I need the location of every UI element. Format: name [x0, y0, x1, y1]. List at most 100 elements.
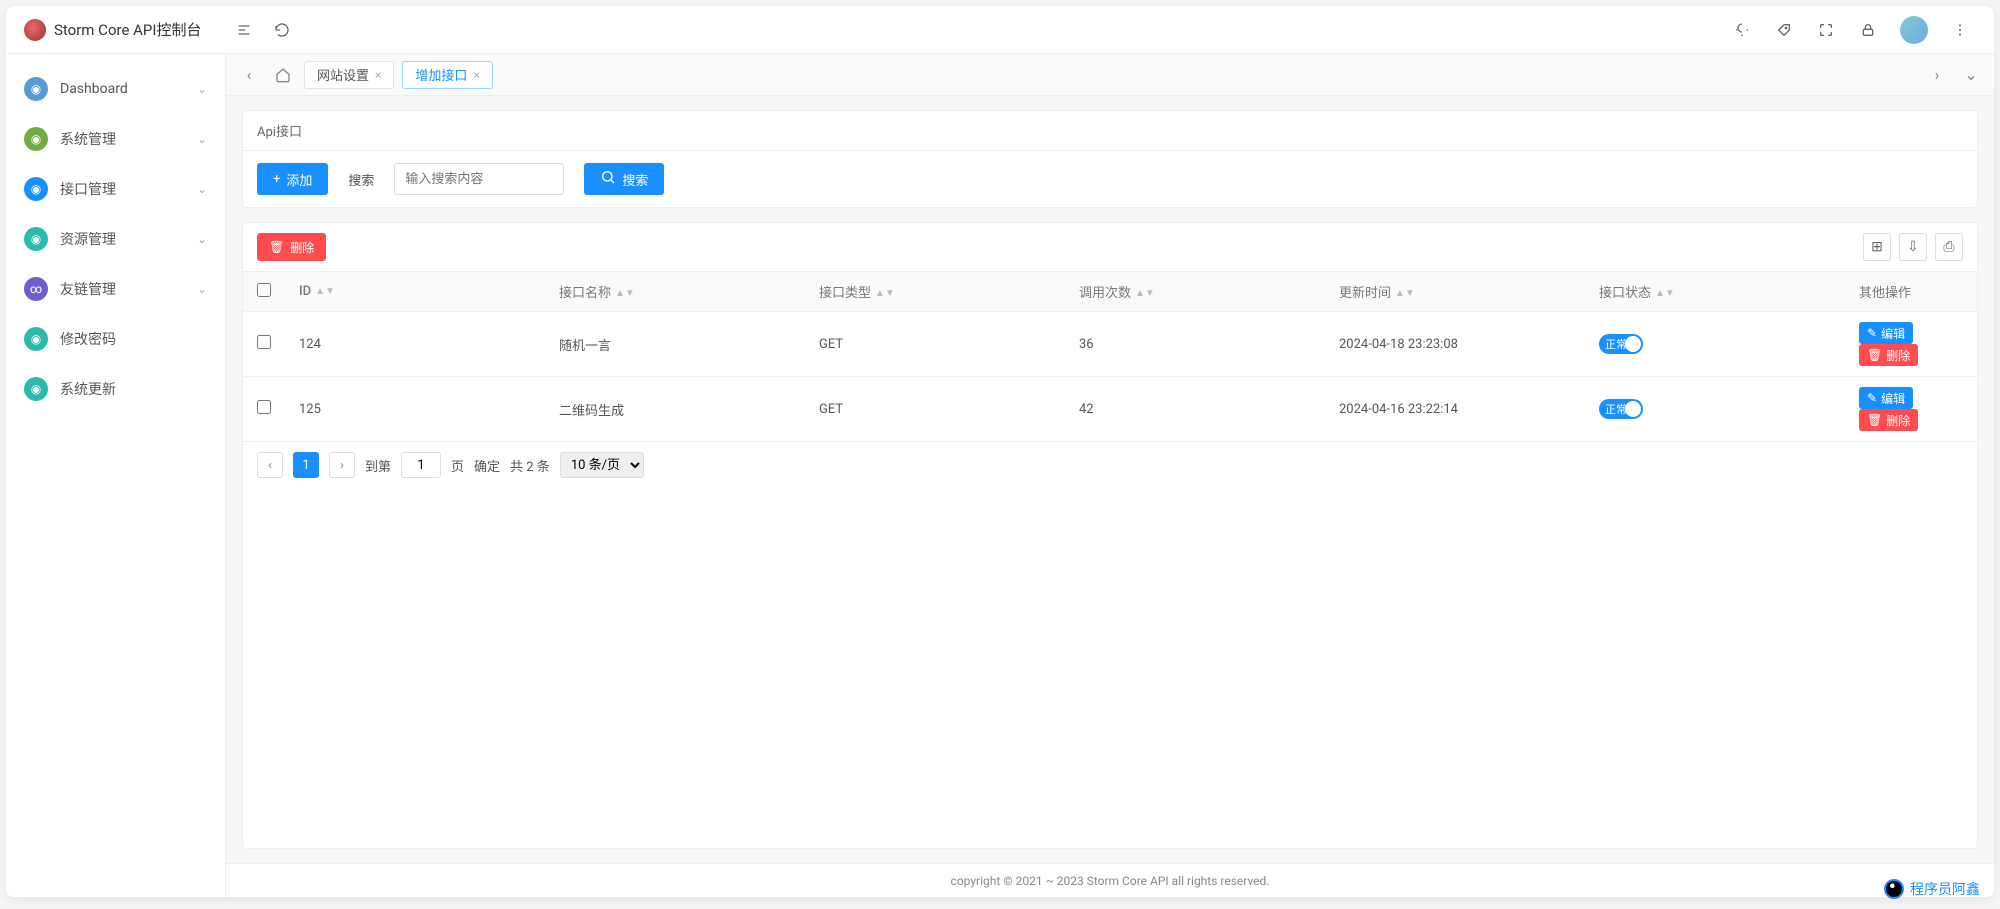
- tab-next-icon[interactable]: ›: [1924, 62, 1950, 88]
- status-switch[interactable]: 正常: [1599, 334, 1643, 354]
- cell-calls: 36: [1065, 312, 1325, 377]
- print-icon[interactable]: ⎙: [1935, 233, 1963, 261]
- more-icon[interactable]: [1950, 20, 1970, 40]
- goto-input[interactable]: [401, 452, 441, 478]
- sort-icon[interactable]: ▲▼: [315, 289, 335, 295]
- fullscreen-icon[interactable]: [1816, 20, 1836, 40]
- sidebar-item-api[interactable]: ◉ 接口管理 ⌄: [6, 164, 225, 214]
- pager-page-1[interactable]: 1: [293, 452, 319, 478]
- sidebar-item-resource[interactable]: ◉ 资源管理 ⌄: [6, 214, 225, 264]
- export-icon[interactable]: ⇩: [1899, 233, 1927, 261]
- col-updated: 更新时间: [1339, 286, 1391, 301]
- footer: copyright © 2021 ~ 2023 Storm Core API a…: [226, 863, 1994, 897]
- tag-icon[interactable]: [1774, 20, 1794, 40]
- col-status: 接口状态: [1599, 286, 1651, 301]
- sidebar-item-update[interactable]: ◉ 系统更新: [6, 364, 225, 414]
- attribution-text: 程序员阿鑫: [1910, 879, 1980, 899]
- tab-home-icon[interactable]: [270, 62, 296, 88]
- sort-icon[interactable]: ▲▼: [1135, 291, 1155, 297]
- tab-prev-icon[interactable]: ‹: [236, 62, 262, 88]
- add-button[interactable]: + 添加: [257, 163, 328, 195]
- sort-icon[interactable]: ▲▼: [1395, 291, 1415, 297]
- key-icon: ◉: [24, 327, 48, 351]
- theme-icon[interactable]: [1732, 20, 1752, 40]
- cell-id: 124: [285, 312, 545, 377]
- refresh-icon[interactable]: [272, 20, 292, 40]
- cell-calls: 42: [1065, 377, 1325, 442]
- resource-icon: ◉: [24, 227, 48, 251]
- chevron-down-icon: ⌄: [197, 82, 207, 96]
- trash-icon: 🗑: [1867, 348, 1882, 362]
- row-checkbox[interactable]: [257, 400, 271, 414]
- sidebar-item-dashboard[interactable]: ◉ Dashboard ⌄: [6, 64, 225, 114]
- table-row: 124 随机一言 GET 36 2024-04-18 23:23:08 正常 ✎…: [243, 312, 1977, 377]
- pencil-icon: ✎: [1867, 326, 1877, 340]
- status-switch[interactable]: 正常: [1599, 399, 1643, 419]
- tab-site-settings[interactable]: 网站设置 ×: [304, 61, 394, 89]
- sort-icon[interactable]: ▲▼: [615, 291, 635, 297]
- lock-icon[interactable]: [1858, 20, 1878, 40]
- api-table: ID▲▼ 接口名称▲▼ 接口类型▲▼ 调用次数▲▼ 更新时间▲▼ 接口状态▲▼ …: [243, 272, 1977, 442]
- page-size-select[interactable]: 10 条/页: [560, 452, 644, 478]
- brand: Storm Core API控制台: [6, 19, 226, 41]
- cell-type: GET: [805, 312, 1065, 377]
- cell-type: GET: [805, 377, 1065, 442]
- col-type: 接口类型: [819, 286, 871, 301]
- sort-icon[interactable]: ▲▼: [1655, 291, 1675, 297]
- sidebar-item-label: 资源管理: [60, 229, 116, 249]
- select-all-checkbox[interactable]: [257, 283, 271, 297]
- chevron-down-icon: ⌄: [197, 232, 207, 246]
- chevron-down-icon: ⌄: [197, 132, 207, 146]
- tab-add-api[interactable]: 增加接口 ×: [402, 61, 492, 89]
- breadcrumb: Api接口: [243, 111, 1977, 150]
- columns-icon[interactable]: ⊞: [1863, 233, 1891, 261]
- pager-prev[interactable]: ‹: [257, 452, 283, 478]
- add-label: 添加: [286, 170, 312, 189]
- sidebar-item-label: Dashboard: [60, 81, 128, 97]
- brand-logo-icon: [24, 19, 46, 41]
- batch-delete-button[interactable]: 🗑 删除: [257, 233, 326, 261]
- sidebar-item-label: 系统更新: [60, 379, 116, 399]
- attribution: 程序员阿鑫: [1884, 879, 1980, 899]
- edit-button[interactable]: ✎编辑: [1859, 322, 1913, 344]
- delete-button[interactable]: 🗑删除: [1859, 409, 1918, 431]
- sidebar-item-links[interactable]: ∞ 友链管理 ⌄: [6, 264, 225, 314]
- sidebar-item-label: 友链管理: [60, 279, 116, 299]
- gear-icon: ◉: [24, 127, 48, 151]
- pager-next[interactable]: ›: [329, 452, 355, 478]
- close-icon[interactable]: ×: [473, 68, 479, 82]
- cell-updated: 2024-04-18 23:23:08: [1325, 312, 1585, 377]
- sidebar: ◉ Dashboard ⌄ ◉ 系统管理 ⌄ ◉ 接口管理 ⌄ ◉ 资源管理 ⌄…: [6, 54, 226, 897]
- goto-label: 到第: [365, 456, 391, 475]
- close-icon[interactable]: ×: [375, 68, 381, 82]
- col-name: 接口名称: [559, 286, 611, 301]
- tab-menu-icon[interactable]: ⌄: [1958, 62, 1984, 88]
- cell-updated: 2024-04-16 23:22:14: [1325, 377, 1585, 442]
- col-ops: 其他操作: [1859, 286, 1911, 301]
- link-icon: ∞: [24, 277, 48, 301]
- home-icon: ◉: [24, 77, 48, 101]
- sidebar-item-label: 修改密码: [60, 329, 116, 349]
- table-row: 125 二维码生成 GET 42 2024-04-16 23:22:14 正常 …: [243, 377, 1977, 442]
- topbar: Storm Core API控制台: [6, 6, 1994, 54]
- cell-id: 125: [285, 377, 545, 442]
- sidebar-item-label: 系统管理: [60, 129, 116, 149]
- collapse-menu-icon[interactable]: [234, 20, 254, 40]
- search-button[interactable]: 搜索: [584, 163, 664, 195]
- edit-button[interactable]: ✎编辑: [1859, 387, 1913, 409]
- avatar[interactable]: [1900, 16, 1928, 44]
- sort-icon[interactable]: ▲▼: [875, 291, 895, 297]
- api-icon: ◉: [24, 177, 48, 201]
- tab-label: 网站设置: [317, 65, 369, 84]
- brand-title: Storm Core API控制台: [54, 19, 201, 40]
- search-label: 搜索: [348, 170, 374, 189]
- search-input[interactable]: [394, 163, 564, 195]
- trash-icon: 🗑: [1867, 413, 1882, 427]
- goto-confirm[interactable]: 确定: [474, 456, 500, 475]
- chevron-down-icon: ⌄: [197, 182, 207, 196]
- sidebar-item-password[interactable]: ◉ 修改密码: [6, 314, 225, 364]
- row-checkbox[interactable]: [257, 335, 271, 349]
- sidebar-item-system[interactable]: ◉ 系统管理 ⌄: [6, 114, 225, 164]
- tabbar: ‹ 网站设置 × 增加接口 × › ⌄: [226, 54, 1994, 96]
- delete-button[interactable]: 🗑删除: [1859, 344, 1918, 366]
